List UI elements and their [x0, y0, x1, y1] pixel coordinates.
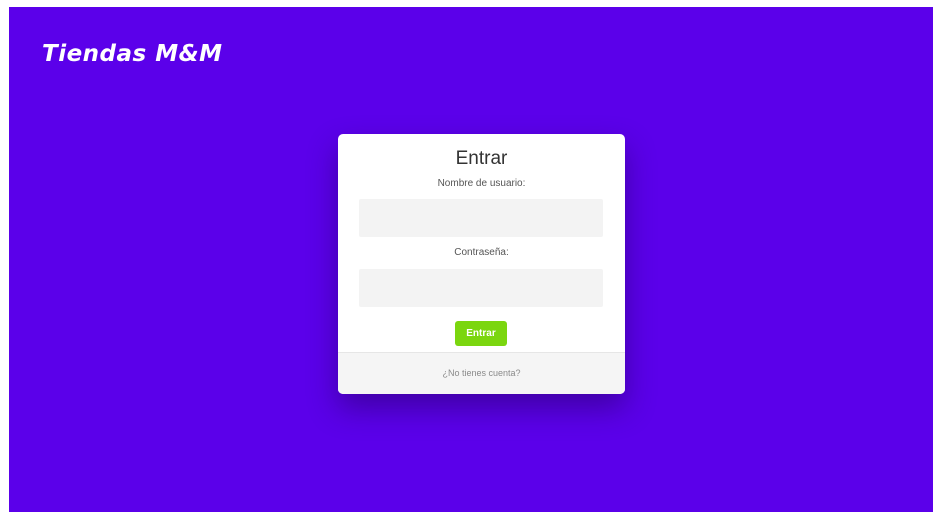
signup-link[interactable]: ¿No tienes cuenta?: [338, 368, 625, 378]
username-label: Nombre de usuario:: [437, 178, 526, 189]
login-card: Entrar Nombre de usuario: Contraseña: En…: [338, 134, 625, 394]
page-background: Tiendas M&M Entrar Nombre de usuario: Co…: [9, 7, 933, 512]
password-label: Contraseña:: [454, 247, 509, 258]
username-input[interactable]: [359, 199, 603, 237]
brand-logo-text: Tiendas M&M: [42, 41, 223, 67]
login-submit-button[interactable]: Entrar: [455, 321, 507, 346]
login-card-footer: ¿No tienes cuenta?: [338, 352, 625, 394]
password-input[interactable]: [359, 269, 603, 307]
login-title: Entrar: [455, 148, 508, 169]
